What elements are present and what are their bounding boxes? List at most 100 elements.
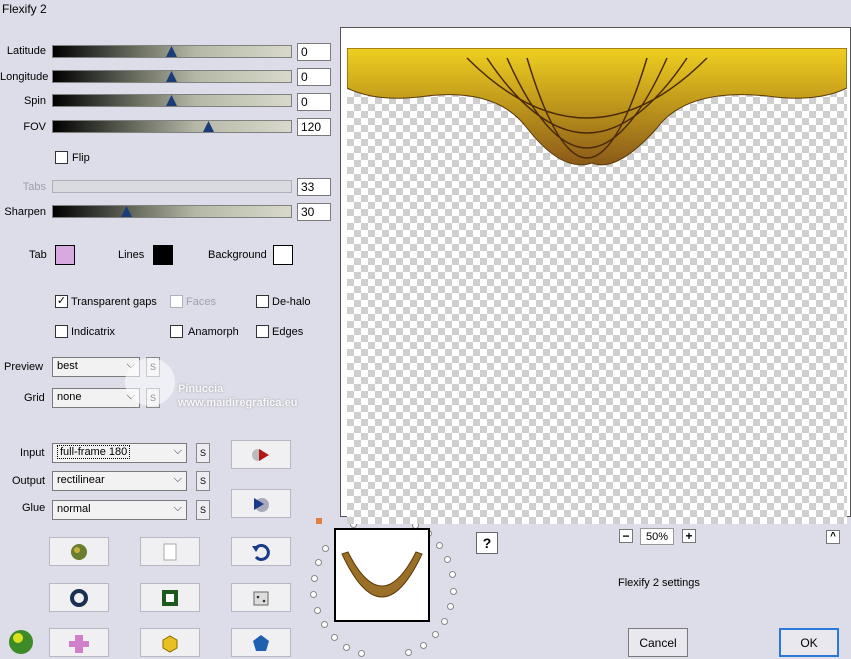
longitude-label: Longitude — [0, 71, 49, 83]
slider-thumb[interactable] — [166, 95, 177, 106]
tabs-slider[interactable] — [52, 180, 292, 193]
ok-button[interactable]: OK — [779, 628, 839, 657]
ring-dot[interactable] — [431, 631, 439, 639]
tabs-label: Tabs — [22, 181, 46, 193]
ring-dot[interactable] — [313, 606, 321, 614]
input-s-button[interactable]: S — [196, 443, 210, 463]
spin-input[interactable]: 0 — [297, 93, 331, 111]
preview-quality-value: best — [57, 360, 78, 372]
transparent-gaps-checkbox[interactable]: ✓ — [55, 295, 68, 308]
tabs-input[interactable]: 33 — [297, 178, 331, 196]
flexify-logo-icon — [6, 626, 36, 656]
watermark-name: Pinuccia — [178, 383, 224, 395]
ring-dot[interactable] — [321, 545, 329, 552]
cross-button[interactable] — [49, 628, 109, 657]
ring-dot[interactable] — [310, 574, 318, 582]
ring-dot[interactable] — [357, 650, 365, 658]
faces-checkbox[interactable] — [170, 295, 183, 308]
zoom-in-button[interactable]: + — [682, 529, 696, 543]
output-label: Output — [12, 475, 46, 487]
ring-dot[interactable] — [436, 542, 444, 550]
flip-checkbox[interactable] — [55, 151, 68, 164]
slider-thumb[interactable] — [121, 206, 132, 217]
random-button[interactable] — [231, 583, 291, 612]
indicatrix-checkbox[interactable] — [55, 325, 68, 338]
anamorph-checkbox[interactable] — [170, 325, 183, 338]
sharpen-label: Sharpen — [4, 206, 46, 218]
polyhedron-icon — [253, 634, 269, 651]
output-s-button[interactable]: S — [196, 471, 210, 491]
ring-dot[interactable] — [320, 621, 328, 629]
thumbnail-image — [341, 551, 423, 598]
globe-icon — [71, 543, 87, 560]
latitude-input[interactable]: 0 — [297, 43, 331, 61]
output-select[interactable]: rectilinear ⌵ — [52, 471, 187, 491]
window-title: Flexify 2 — [2, 2, 47, 16]
tab-color-swatch[interactable] — [55, 245, 75, 265]
fov-input[interactable]: 120 — [297, 118, 331, 136]
globe-button[interactable] — [49, 537, 109, 566]
latitude-slider[interactable] — [52, 45, 292, 58]
background-color-swatch[interactable] — [273, 245, 293, 265]
watermark-url: www.maidiregrafica.eu — [178, 397, 298, 409]
undo-button[interactable] — [231, 537, 291, 566]
ring-dot[interactable] — [447, 603, 455, 611]
zoom-out-button[interactable]: − — [619, 529, 633, 543]
slider-thumb[interactable] — [166, 46, 177, 57]
play-button[interactable] — [231, 440, 291, 469]
de-halo-label: De-halo — [272, 296, 311, 308]
slider-thumb[interactable] — [203, 121, 214, 132]
thumbnail-preview[interactable] — [334, 528, 430, 622]
sharpen-input[interactable]: 30 — [297, 203, 331, 221]
ring-dot[interactable] — [444, 556, 452, 564]
zoom-level: 50% — [640, 528, 674, 545]
longitude-input[interactable]: 0 — [297, 68, 331, 86]
glue-label: Glue — [22, 502, 46, 514]
input-label: Input — [20, 447, 45, 459]
ring-dot[interactable] — [310, 590, 318, 598]
sphere-play-icon — [254, 497, 269, 512]
preview-canvas[interactable] — [340, 27, 851, 524]
cube-button[interactable] — [140, 628, 200, 657]
cancel-button[interactable]: Cancel — [628, 628, 688, 657]
input-select[interactable]: full-frame 180 ⌵ — [52, 443, 187, 463]
help-button[interactable]: ? — [476, 532, 498, 554]
lines-color-label: Lines — [118, 249, 145, 261]
indicatrix-label: Indicatrix — [71, 326, 116, 338]
glue-s-button[interactable]: S — [196, 500, 210, 520]
play-sphere-button[interactable] — [231, 489, 291, 518]
page-icon — [163, 543, 177, 560]
fov-slider[interactable] — [52, 120, 292, 133]
ring-dot[interactable] — [314, 559, 322, 567]
chevron-down-icon: ⌵ — [173, 445, 182, 457]
spin-slider[interactable] — [52, 94, 292, 107]
ring-dot[interactable] — [405, 649, 413, 657]
flip-label: Flip — [72, 152, 90, 164]
de-halo-checkbox[interactable] — [256, 295, 269, 308]
frame-button[interactable] — [140, 583, 200, 612]
ring-icon — [70, 588, 88, 607]
transparent-gaps-label: Transparent gaps — [71, 296, 157, 308]
grid-value: none — [57, 391, 82, 403]
edges-checkbox[interactable] — [256, 325, 269, 338]
ring-dot[interactable] — [343, 643, 351, 651]
ring-dot[interactable] — [441, 618, 449, 626]
preview-image — [347, 48, 847, 166]
glue-select[interactable]: normal ⌵ — [52, 500, 187, 520]
output-value: rectilinear — [57, 474, 105, 486]
frame-icon — [162, 589, 178, 606]
collapse-button[interactable]: ^ — [826, 530, 840, 544]
slider-thumb[interactable] — [166, 71, 177, 82]
ring-dot[interactable] — [330, 633, 338, 641]
ring-dot[interactable] — [419, 641, 427, 649]
ring-button[interactable] — [49, 583, 109, 612]
sharpen-slider[interactable] — [52, 205, 292, 218]
longitude-slider[interactable] — [52, 70, 292, 83]
lines-color-swatch[interactable] — [153, 245, 173, 265]
ring-dot[interactable] — [449, 587, 457, 595]
new-button[interactable] — [140, 537, 200, 566]
anamorph-label: Anamorph — [188, 326, 239, 338]
ring-dot[interactable] — [448, 571, 456, 579]
play-icon — [252, 448, 269, 461]
polyhedron-button[interactable] — [231, 628, 291, 657]
